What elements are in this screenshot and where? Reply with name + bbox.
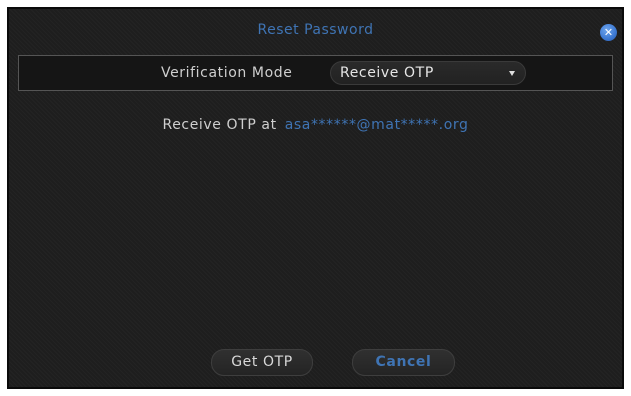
otp-destination-label: Receive OTP at [162, 117, 277, 133]
chevron-down-icon [509, 71, 515, 76]
verification-mode-label: Verification Mode [161, 65, 293, 81]
close-icon[interactable]: ✕ [600, 24, 617, 41]
reset-password-dialog: Reset Password ✕ Verification Mode Recei… [7, 7, 624, 389]
verification-mode-bar: Verification Mode Receive OTP [18, 55, 613, 91]
otp-destination-email: asa******@mat*****.org [284, 117, 469, 133]
verification-mode-value: Receive OTP [340, 65, 434, 81]
otp-destination-row: Receive OTP at asa******@mat*****.org [9, 117, 622, 133]
cancel-button[interactable]: Cancel [352, 349, 455, 376]
dialog-title: Reset Password [257, 22, 374, 38]
verification-mode-select[interactable]: Receive OTP [330, 61, 526, 85]
get-otp-button[interactable]: Get OTP [211, 349, 313, 376]
